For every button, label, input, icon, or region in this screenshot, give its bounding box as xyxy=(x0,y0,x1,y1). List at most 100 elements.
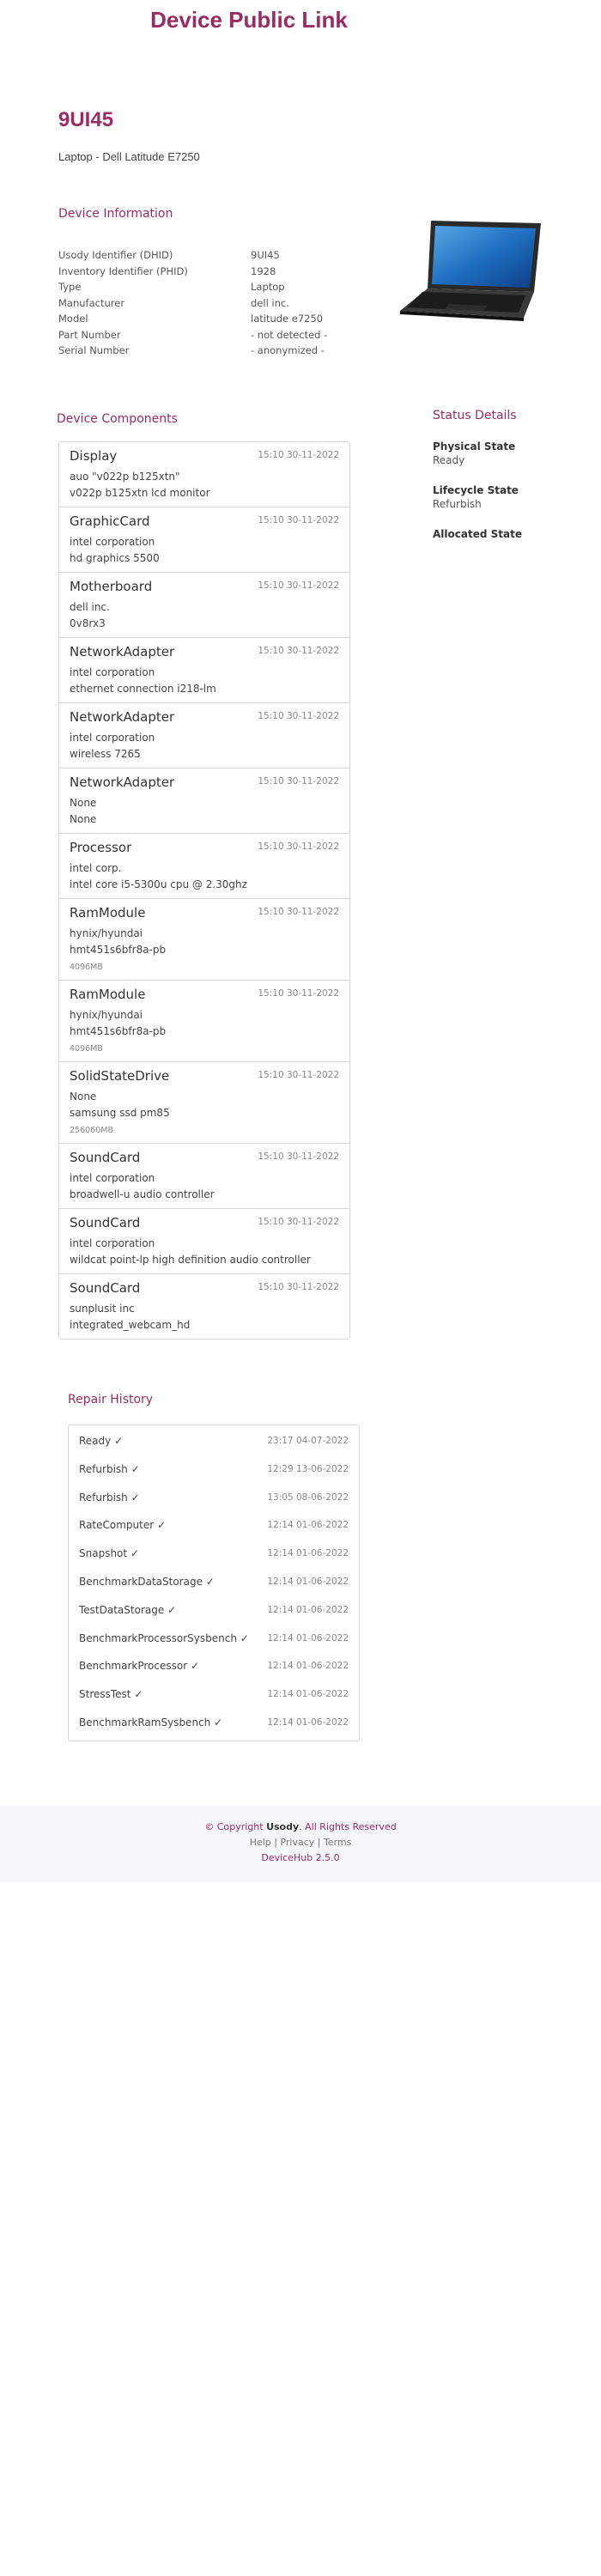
physical-state-value: Ready xyxy=(433,454,465,466)
info-label: Model xyxy=(58,313,88,325)
component-model: v022p b125xtn lcd monitor xyxy=(70,487,210,499)
component-item: SoundCard 15:10 30-11-2022 intel corpora… xyxy=(59,1209,349,1274)
info-row: Serial Number - anonymized - xyxy=(58,344,327,361)
repair-item: Snapshot ✓ 12:14 01-06-2022 xyxy=(69,1540,359,1569)
repair-timestamp: 23:17 04-07-2022 xyxy=(267,1436,349,1446)
terms-link[interactable]: Terms xyxy=(324,1837,351,1848)
info-value: Laptop xyxy=(251,281,285,293)
component-model: wireless 7265 xyxy=(70,748,141,760)
repair-item: BenchmarkRamSysbench ✓ 12:14 01-06-2022 xyxy=(69,1710,359,1738)
copyright-suffix: . All Rights Reserved xyxy=(299,1821,397,1832)
component-item: NetworkAdapter 15:10 30-11-2022 intel co… xyxy=(59,703,349,769)
component-timestamp: 15:10 30-11-2022 xyxy=(258,515,339,526)
repair-item: BenchmarkProcessorSysbench ✓ 12:14 01-06… xyxy=(69,1625,359,1654)
components-heading: Device Components xyxy=(57,412,178,426)
component-manufacturer: intel corporation xyxy=(70,1237,155,1249)
component-model: broadwell-u audio controller xyxy=(70,1188,215,1200)
repair-item: StressTest ✓ 12:14 01-06-2022 xyxy=(69,1681,359,1710)
status-heading: Status Details xyxy=(433,409,517,422)
device-image xyxy=(397,216,543,324)
component-manufacturer: intel corporation xyxy=(70,732,155,744)
repair-timestamp: 12:14 01-06-2022 xyxy=(267,1716,349,1728)
component-manufacturer: None xyxy=(70,1091,97,1103)
component-manufacturer: hynix/hyundai xyxy=(70,927,143,939)
copyright-line: © Copyright Usody. All Rights Reserved xyxy=(0,1820,601,1835)
component-model: 0v8rx3 xyxy=(70,617,106,629)
repair-action: Snapshot ✓ xyxy=(79,1547,139,1560)
lifecycle-state-label: Lifecycle State xyxy=(433,484,519,496)
repair-action: Refurbish ✓ xyxy=(79,1491,140,1504)
repair-item: BenchmarkDataStorage ✓ 12:14 01-06-2022 xyxy=(69,1569,359,1597)
component-manufacturer: dell inc. xyxy=(70,601,110,613)
component-model: ethernet connection i218-lm xyxy=(70,683,216,695)
repair-action: RateComputer ✓ xyxy=(79,1519,167,1532)
device-code: 9UI45 xyxy=(58,108,114,131)
laptop-image xyxy=(400,221,541,321)
component-timestamp: 15:10 30-11-2022 xyxy=(258,711,339,721)
component-timestamp: 15:10 30-11-2022 xyxy=(258,1282,339,1292)
component-manufacturer: auo "v022p b125xtn" xyxy=(70,471,180,483)
repair-action: BenchmarkProcessor ✓ xyxy=(79,1660,200,1673)
footer-separator: | xyxy=(270,1837,281,1848)
component-size: 4096MB xyxy=(70,1044,103,1054)
info-value: dell inc. xyxy=(251,296,289,309)
component-timestamp: 15:10 30-11-2022 xyxy=(258,1070,339,1080)
footer-links: Help | Privacy | Terms xyxy=(0,1835,601,1850)
component-model: hmt451s6bfr8a-pb xyxy=(70,1025,167,1037)
info-label: Serial Number xyxy=(58,344,130,356)
component-timestamp: 15:10 30-11-2022 xyxy=(258,1217,339,1227)
version-label: DeviceHub 2.5.0 xyxy=(261,1852,340,1863)
repair-item: TestDataStorage ✓ 12:14 01-06-2022 xyxy=(69,1597,359,1625)
component-model: integrated_webcam_hd xyxy=(70,1319,191,1331)
info-value: - anonymized - xyxy=(251,344,325,356)
info-row: Part Number - not detected - xyxy=(58,329,327,345)
repair-timestamp: 12:14 01-06-2022 xyxy=(267,1661,349,1672)
device-info-table: Usody Identifier (DHID) 9UI45 Inventory … xyxy=(58,249,327,361)
help-link[interactable]: Help xyxy=(250,1837,271,1848)
component-manufacturer: sunplusit inc xyxy=(70,1303,135,1315)
component-model: intel core i5-5300u cpu @ 2.30ghz xyxy=(70,878,247,890)
component-item: RamModule 15:10 30-11-2022 hynix/hyundai… xyxy=(59,981,349,1062)
lifecycle-state-value: Refurbish xyxy=(433,498,482,510)
component-timestamp: 15:10 30-11-2022 xyxy=(258,907,339,917)
physical-state-label: Physical State xyxy=(433,440,516,453)
page-title: Device Public Link xyxy=(150,7,348,33)
repair-action: BenchmarkProcessorSysbench ✓ xyxy=(79,1631,249,1644)
component-item: SoundCard 15:10 30-11-2022 sunplusit inc… xyxy=(59,1274,349,1339)
component-manufacturer: hynix/hyundai xyxy=(70,1009,143,1021)
brand-name: Usody xyxy=(266,1821,300,1832)
status-details-panel: Status Details Physical State Ready Life… xyxy=(433,409,570,541)
repair-item: Refurbish ✓ 12:29 13-06-2022 xyxy=(69,1456,359,1485)
info-label: Part Number xyxy=(58,328,121,341)
info-value: - not detected - xyxy=(251,328,328,341)
component-timestamp: 15:10 30-11-2022 xyxy=(258,988,339,999)
component-item: SoundCard 15:10 30-11-2022 intel corpora… xyxy=(59,1144,349,1209)
component-item: Processor 15:10 30-11-2022 intel corp. i… xyxy=(59,834,349,899)
component-manufacturer: intel corp. xyxy=(70,862,122,874)
component-timestamp: 15:10 30-11-2022 xyxy=(258,1151,339,1162)
repair-action: Ready ✓ xyxy=(79,1435,124,1447)
privacy-link[interactable]: Privacy xyxy=(280,1837,314,1848)
info-label: Usody Identifier (DHID) xyxy=(58,249,173,261)
component-timestamp: 15:10 30-11-2022 xyxy=(258,646,339,656)
component-item: Display 15:10 30-11-2022 auo "v022p b125… xyxy=(59,442,349,507)
info-value: latitude e7250 xyxy=(251,313,324,325)
component-model: hd graphics 5500 xyxy=(70,552,160,564)
info-row: Model latitude e7250 xyxy=(58,313,327,329)
allocated-state-label: Allocated State xyxy=(433,528,522,540)
info-row: Usody Identifier (DHID) 9UI45 xyxy=(58,249,327,265)
component-item: NetworkAdapter 15:10 30-11-2022 intel co… xyxy=(59,638,349,703)
component-manufacturer: intel corporation xyxy=(70,666,155,678)
info-label: Inventory Identifier (PHID) xyxy=(58,264,188,277)
page-footer: © Copyright Usody. All Rights Reserved H… xyxy=(0,1805,601,1882)
repair-timestamp: 13:05 08-06-2022 xyxy=(267,1492,349,1503)
footer-separator: | xyxy=(314,1837,324,1848)
repair-action: Refurbish ✓ xyxy=(79,1462,140,1475)
component-manufacturer: intel corporation xyxy=(70,536,155,548)
component-item: RamModule 15:10 30-11-2022 hynix/hyundai… xyxy=(59,899,349,981)
repair-history-heading: Repair History xyxy=(68,1393,154,1406)
component-item: SolidStateDrive 15:10 30-11-2022 None sa… xyxy=(59,1062,349,1144)
component-timestamp: 15:10 30-11-2022 xyxy=(258,450,339,460)
repair-item: Refurbish ✓ 13:05 08-06-2022 xyxy=(69,1485,359,1513)
info-label: Manufacturer xyxy=(58,296,125,309)
